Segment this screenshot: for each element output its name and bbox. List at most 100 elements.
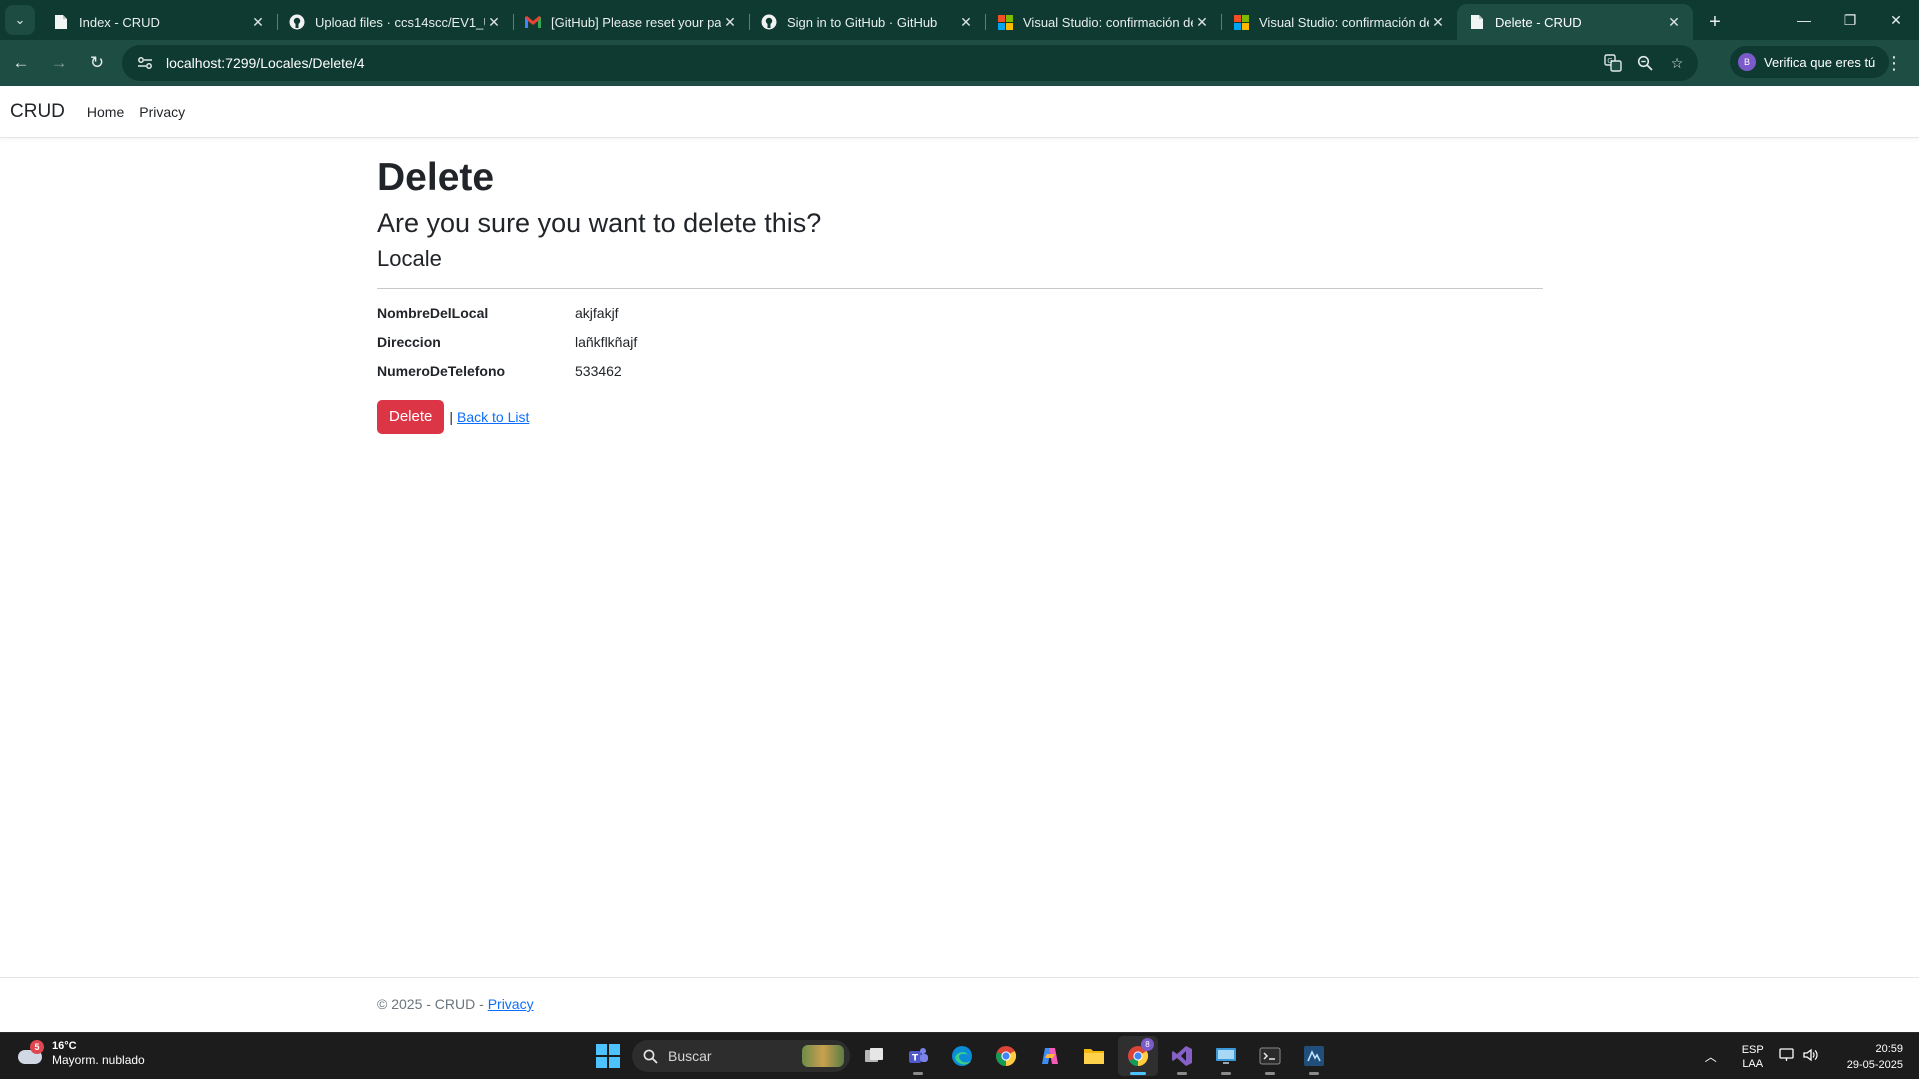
sql-tool-icon[interactable]: [1294, 1036, 1334, 1076]
clock[interactable]: 20:59 29-05-2025: [1847, 1041, 1903, 1073]
keyboard-layout: LAA: [1742, 1057, 1764, 1070]
microsoft-icon: [997, 14, 1013, 30]
close-icon: ✕: [1890, 11, 1902, 28]
detail-row: NumeroDeTelefono 533462: [377, 357, 1543, 386]
arrow-left-icon: ←: [12, 53, 30, 72]
reload-icon: ↻: [89, 53, 105, 72]
close-icon[interactable]: ✕: [1193, 13, 1211, 31]
remote-desktop-icon[interactable]: [1206, 1036, 1246, 1076]
browser-tab-active[interactable]: Delete - CRUD ✕: [1457, 4, 1693, 40]
close-icon[interactable]: ✕: [485, 13, 503, 31]
detail-label: Direccion: [377, 333, 441, 350]
chrome-badge: 8: [1141, 1038, 1154, 1051]
reload-button[interactable]: ↻: [80, 46, 114, 80]
detail-value: lañkflkñajf: [575, 333, 638, 350]
page-footer: © 2025 - CRUD - Privacy: [0, 977, 1919, 1032]
page-icon: [1469, 14, 1485, 30]
confirm-question: Are you sure you want to delete this?: [377, 207, 822, 238]
tab-title: Upload files · ccs14scc/EV1_U1-: [315, 14, 485, 30]
visual-studio-icon[interactable]: [1162, 1036, 1202, 1076]
address-bar-actions: G ☆: [1602, 45, 1688, 81]
back-button[interactable]: ←: [4, 46, 38, 80]
chrome-profile-icon[interactable]: 8: [1118, 1036, 1158, 1076]
weather-description: Mayorm. nublado: [52, 1053, 145, 1067]
weather-badge: 5: [30, 1039, 44, 1054]
svg-text:T: T: [912, 1054, 919, 1064]
back-to-list-link[interactable]: Back to List: [457, 409, 529, 425]
browser-tab[interactable]: Visual Studio: confirmación de ✕: [1221, 4, 1457, 40]
chevron-up-icon[interactable]: ︿: [1699, 1048, 1723, 1065]
browser-toolbar: ← → ↻ localhost:7299/Locales/Delete/4 G …: [0, 40, 1919, 86]
entity-heading: Locale: [377, 246, 442, 272]
minimize-icon: —: [1797, 12, 1811, 28]
language-code: ESP: [1741, 1043, 1764, 1056]
github-icon: [761, 14, 777, 30]
close-icon[interactable]: ✕: [1665, 13, 1683, 31]
chrome-icon[interactable]: [986, 1036, 1026, 1076]
clock-date: 29-05-2025: [1846, 1058, 1903, 1071]
input-language[interactable]: ESP LAA: [1735, 1043, 1771, 1071]
detail-label: NumeroDeTelefono: [377, 362, 506, 379]
delete-button[interactable]: Delete: [377, 399, 445, 434]
browser-tab[interactable]: Upload files · ccs14scc/EV1_U1- ✕: [277, 4, 513, 40]
volume-icon: [1803, 1048, 1819, 1065]
browser-tab[interactable]: Sign in to GitHub · GitHub ✕: [749, 4, 985, 40]
close-window-button[interactable]: ✕: [1873, 0, 1919, 40]
detail-row: Direccion lañkflkñajf: [377, 328, 1543, 357]
address-bar[interactable]: localhost:7299/Locales/Delete/4 G ☆: [122, 45, 1698, 81]
close-icon[interactable]: ✕: [721, 13, 739, 31]
browser-tab[interactable]: Visual Studio: confirmación de ✕: [985, 4, 1221, 40]
weather-widget[interactable]: 5 16°C Mayorm. nublado: [16, 1039, 145, 1068]
taskbar: 5 16°C Mayorm. nublado Buscar T 8 ︿ ESP …: [0, 1032, 1919, 1079]
page-title: Delete: [377, 156, 495, 199]
window-controls: — ❐ ✕: [1781, 0, 1919, 40]
tab-list: Index - CRUD ✕ Upload files · ccs14scc/E…: [41, 0, 1693, 40]
separator: |: [449, 408, 453, 425]
forward-button[interactable]: →: [42, 46, 76, 80]
tray-icons[interactable]: [1779, 1048, 1819, 1065]
browser-tab[interactable]: Index - CRUD ✕: [41, 4, 277, 40]
bookmark-star-icon[interactable]: ☆: [1666, 52, 1688, 74]
svg-text:G: G: [1607, 57, 1612, 65]
avatar: B: [1738, 53, 1756, 71]
weather-temperature: 16°C: [52, 1040, 77, 1052]
clock-time: 20:59: [1875, 1042, 1903, 1055]
url-path: :7299/Locales/Delete/4: [221, 55, 365, 71]
taskbar-apps: Buscar T 8: [590, 1036, 1334, 1076]
close-icon[interactable]: ✕: [1429, 13, 1447, 31]
navbar-brand[interactable]: CRUD: [10, 101, 65, 123]
new-tab-button[interactable]: +: [1699, 6, 1731, 38]
network-icon: [1779, 1048, 1795, 1065]
restore-button[interactable]: ❐: [1827, 0, 1873, 40]
chevron-down-icon: ⌄: [14, 12, 26, 27]
edge-icon[interactable]: [942, 1036, 982, 1076]
minimize-button[interactable]: —: [1781, 0, 1827, 40]
nav-link-home[interactable]: Home: [87, 104, 124, 120]
taskbar-search[interactable]: Buscar: [632, 1040, 850, 1072]
windows-start-icon[interactable]: [590, 1038, 626, 1074]
page-icon: [53, 14, 69, 30]
task-view-icon[interactable]: [854, 1036, 894, 1076]
site-info-icon[interactable]: [134, 52, 156, 74]
copilot-icon[interactable]: [1030, 1036, 1070, 1076]
close-icon[interactable]: ✕: [249, 13, 267, 31]
microsoft-icon: [1233, 14, 1249, 30]
footer-privacy-link[interactable]: Privacy: [488, 996, 534, 1012]
nav-link-privacy[interactable]: Privacy: [139, 104, 185, 120]
cloud-icon: 5: [16, 1039, 44, 1066]
close-icon[interactable]: ✕: [957, 13, 975, 31]
tab-title: Delete - CRUD: [1495, 14, 1582, 30]
github-icon: [289, 14, 305, 30]
browser-tab-strip: ⌄ Index - CRUD ✕ Upload files · ccs14scc…: [0, 0, 1919, 40]
file-explorer-icon[interactable]: [1074, 1036, 1114, 1076]
browser-tab[interactable]: [GitHub] Please reset your pass ✕: [513, 4, 749, 40]
translate-icon[interactable]: G: [1602, 52, 1624, 74]
detail-value: akjfakjf: [575, 304, 619, 321]
tab-search-button[interactable]: ⌄: [5, 5, 35, 35]
browser-menu-button[interactable]: ⋮: [1877, 46, 1911, 80]
teams-icon[interactable]: T: [898, 1036, 938, 1076]
profile-button[interactable]: B Verifica que eres tú: [1730, 46, 1890, 78]
zoom-icon[interactable]: [1634, 52, 1656, 74]
terminal-icon[interactable]: [1250, 1036, 1290, 1076]
details-list: NombreDelLocal akjfakjf Direccion lañkfl…: [377, 299, 1543, 386]
